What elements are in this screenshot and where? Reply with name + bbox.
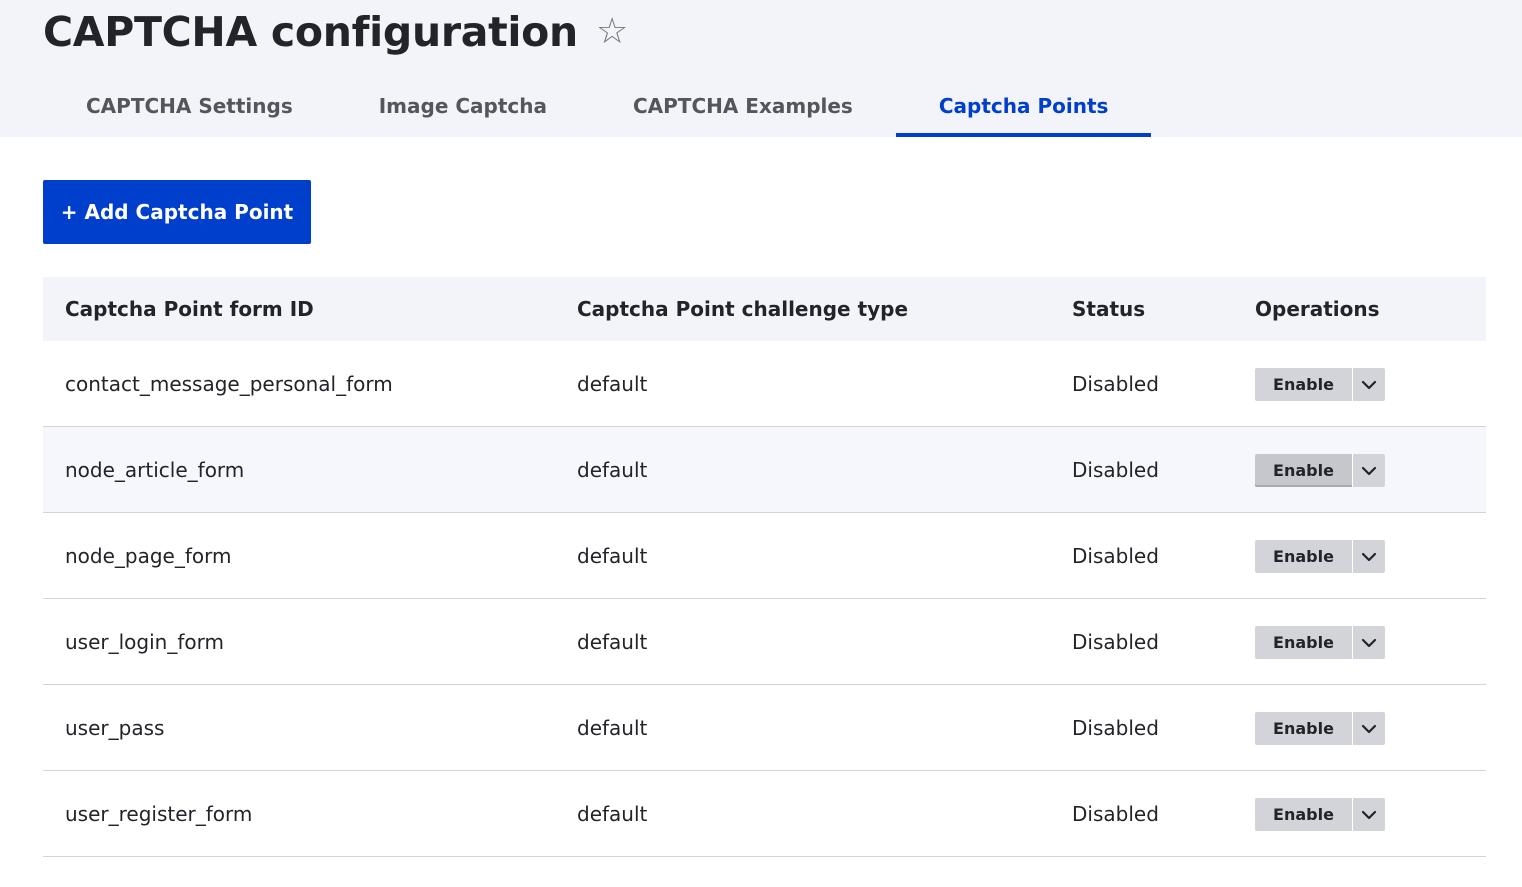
operations-toggle-button[interactable] [1352, 540, 1385, 573]
status-cell: Disabled [1072, 544, 1159, 568]
operations-toggle-button[interactable] [1352, 454, 1385, 487]
enable-button[interactable]: Enable [1255, 368, 1352, 401]
page-header: CAPTCHA configuration ☆ CAPTCHA Settings… [0, 0, 1522, 137]
table-row: user_pass default Disabled Enable [43, 685, 1486, 771]
enable-button[interactable]: Enable [1255, 798, 1352, 831]
status-cell: Disabled [1072, 802, 1159, 826]
status-cell: Disabled [1072, 372, 1159, 396]
add-captcha-point-button[interactable]: + Add Captcha Point [43, 180, 311, 244]
chevron-down-icon [1361, 810, 1377, 819]
enable-button[interactable]: Enable [1255, 712, 1352, 745]
challenge-type-cell: default [577, 802, 648, 826]
operations-toggle-button[interactable] [1352, 368, 1385, 401]
form-id-cell: user_login_form [65, 630, 224, 654]
tab-captcha-settings[interactable]: CAPTCHA Settings [43, 74, 336, 137]
tab-captcha-examples[interactable]: CAPTCHA Examples [590, 74, 896, 137]
form-id-cell: user_register_form [65, 802, 253, 826]
captcha-points-table: Captcha Point form ID Captcha Point chal… [43, 277, 1486, 857]
column-header-operations: Operations [1255, 297, 1380, 321]
table-row: user_register_form default Disabled Enab… [43, 771, 1486, 857]
table-row: node_page_form default Disabled Enable [43, 513, 1486, 599]
status-cell: Disabled [1072, 458, 1159, 482]
table-row: contact_message_personal_form default Di… [43, 341, 1486, 427]
enable-button[interactable]: Enable [1255, 540, 1352, 573]
operations-dropbutton: Enable [1255, 368, 1385, 401]
status-cell: Disabled [1072, 630, 1159, 654]
tab-captcha-points[interactable]: Captcha Points [895, 74, 1152, 137]
chevron-down-icon [1361, 638, 1377, 647]
column-header-status: Status [1072, 297, 1146, 321]
challenge-type-cell: default [577, 458, 648, 482]
chevron-down-icon [1361, 466, 1377, 475]
operations-dropbutton: Enable [1255, 454, 1385, 487]
table-row: user_login_form default Disabled Enable [43, 599, 1486, 685]
form-id-cell: node_article_form [65, 458, 245, 482]
tab-image-captcha[interactable]: Image Captcha [336, 74, 590, 137]
chevron-down-icon [1361, 724, 1377, 733]
operations-dropbutton: Enable [1255, 712, 1385, 745]
secondary-tabs: CAPTCHA Settings Image Captcha CAPTCHA E… [43, 74, 1151, 137]
column-header-form-id: Captcha Point form ID [65, 297, 314, 321]
operations-dropbutton: Enable [1255, 540, 1385, 573]
operations-toggle-button[interactable] [1352, 798, 1385, 831]
operations-dropbutton: Enable [1255, 798, 1385, 831]
form-id-cell: user_pass [65, 716, 165, 740]
chevron-down-icon [1361, 380, 1377, 389]
page-title-row: CAPTCHA configuration ☆ [43, 4, 628, 60]
challenge-type-cell: default [577, 630, 648, 654]
challenge-type-cell: default [577, 716, 648, 740]
column-header-challenge-type: Captcha Point challenge type [577, 297, 909, 321]
challenge-type-cell: default [577, 544, 648, 568]
challenge-type-cell: default [577, 372, 648, 396]
page-title: CAPTCHA configuration [43, 8, 578, 56]
operations-toggle-button[interactable] [1352, 626, 1385, 659]
chevron-down-icon [1361, 552, 1377, 561]
form-id-cell: node_page_form [65, 544, 232, 568]
table-row: node_article_form default Disabled Enabl… [43, 427, 1486, 513]
enable-button[interactable]: Enable [1255, 626, 1352, 659]
enable-button[interactable]: Enable [1255, 454, 1352, 487]
operations-toggle-button[interactable] [1352, 712, 1385, 745]
table-header: Captcha Point form ID Captcha Point chal… [43, 277, 1486, 341]
operations-dropbutton: Enable [1255, 626, 1385, 659]
form-id-cell: contact_message_personal_form [65, 372, 393, 396]
star-outline-icon[interactable]: ☆ [596, 4, 628, 60]
status-cell: Disabled [1072, 716, 1159, 740]
